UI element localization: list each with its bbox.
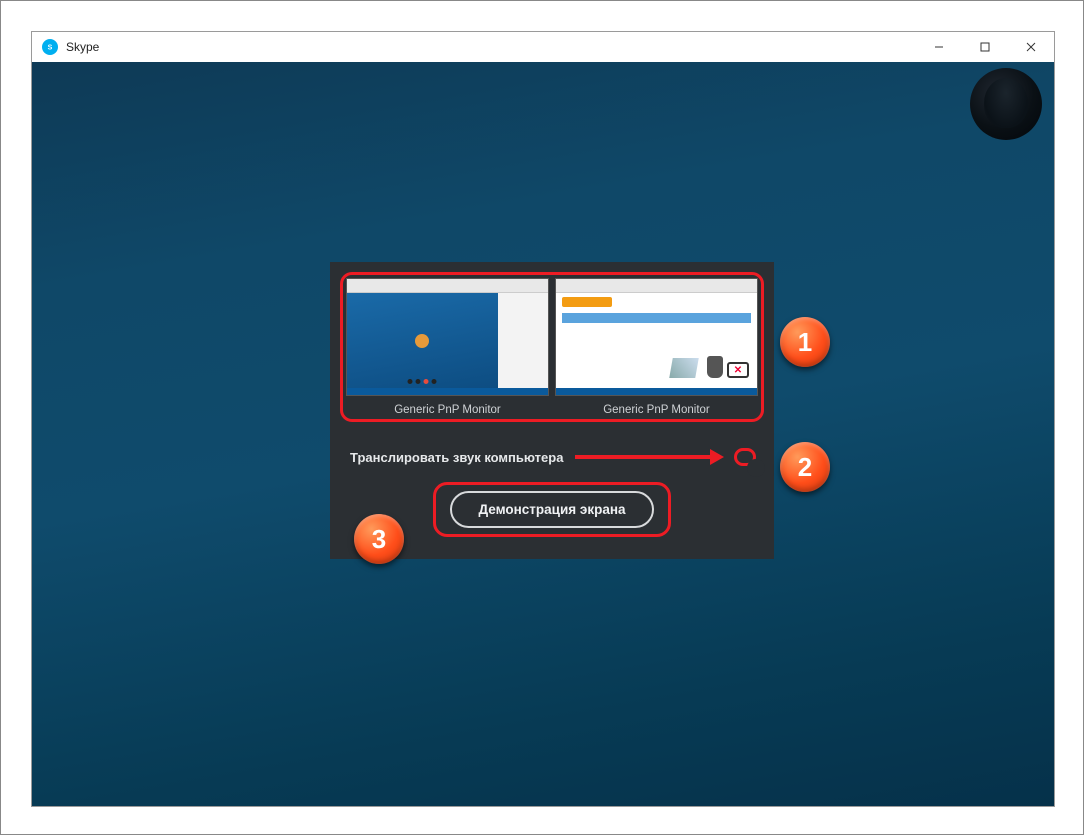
monitor-thumbnail bbox=[346, 278, 549, 396]
annotation-badge-2: 2 bbox=[780, 442, 830, 492]
monitor-selection-highlight: Generic PnP Monitor bbox=[340, 272, 764, 422]
share-audio-label: Транслировать звук компьютера bbox=[350, 450, 563, 465]
window-title: Skype bbox=[66, 40, 99, 54]
monitor-option-1[interactable]: Generic PnP Monitor bbox=[346, 278, 549, 416]
close-button[interactable] bbox=[1008, 32, 1054, 62]
skype-icon: S bbox=[42, 39, 58, 55]
tutorial-frame: S Skype bbox=[0, 0, 1084, 835]
annotation-badge-1: 1 bbox=[780, 317, 830, 367]
start-screenshare-button[interactable]: Демонстрация экрана bbox=[450, 491, 653, 528]
toggle-highlight bbox=[734, 448, 756, 466]
monitor-label: Generic PnP Monitor bbox=[603, 404, 710, 416]
app-window: S Skype bbox=[31, 31, 1055, 807]
action-row: Демонстрация экрана bbox=[340, 482, 764, 537]
monitor-label: Generic PnP Monitor bbox=[394, 404, 501, 416]
minimize-button[interactable] bbox=[916, 32, 962, 62]
monitor-option-2[interactable]: Generic PnP Monitor bbox=[555, 278, 758, 416]
screen-share-dialog: Generic PnP Monitor bbox=[330, 262, 774, 559]
svg-text:S: S bbox=[48, 45, 53, 52]
audio-row: Транслировать звук компьютера bbox=[340, 448, 764, 466]
avatar[interactable] bbox=[970, 68, 1042, 140]
share-button-highlight: Демонстрация экрана bbox=[433, 482, 670, 537]
maximize-button[interactable] bbox=[962, 32, 1008, 62]
monitor-thumbnail bbox=[555, 278, 758, 396]
toggle-knob bbox=[747, 459, 765, 477]
call-area: Generic PnP Monitor bbox=[32, 62, 1054, 806]
annotation-badge-3: 3 bbox=[354, 514, 404, 564]
titlebar: S Skype bbox=[32, 32, 1054, 62]
annotation-arrow-icon bbox=[575, 451, 724, 463]
